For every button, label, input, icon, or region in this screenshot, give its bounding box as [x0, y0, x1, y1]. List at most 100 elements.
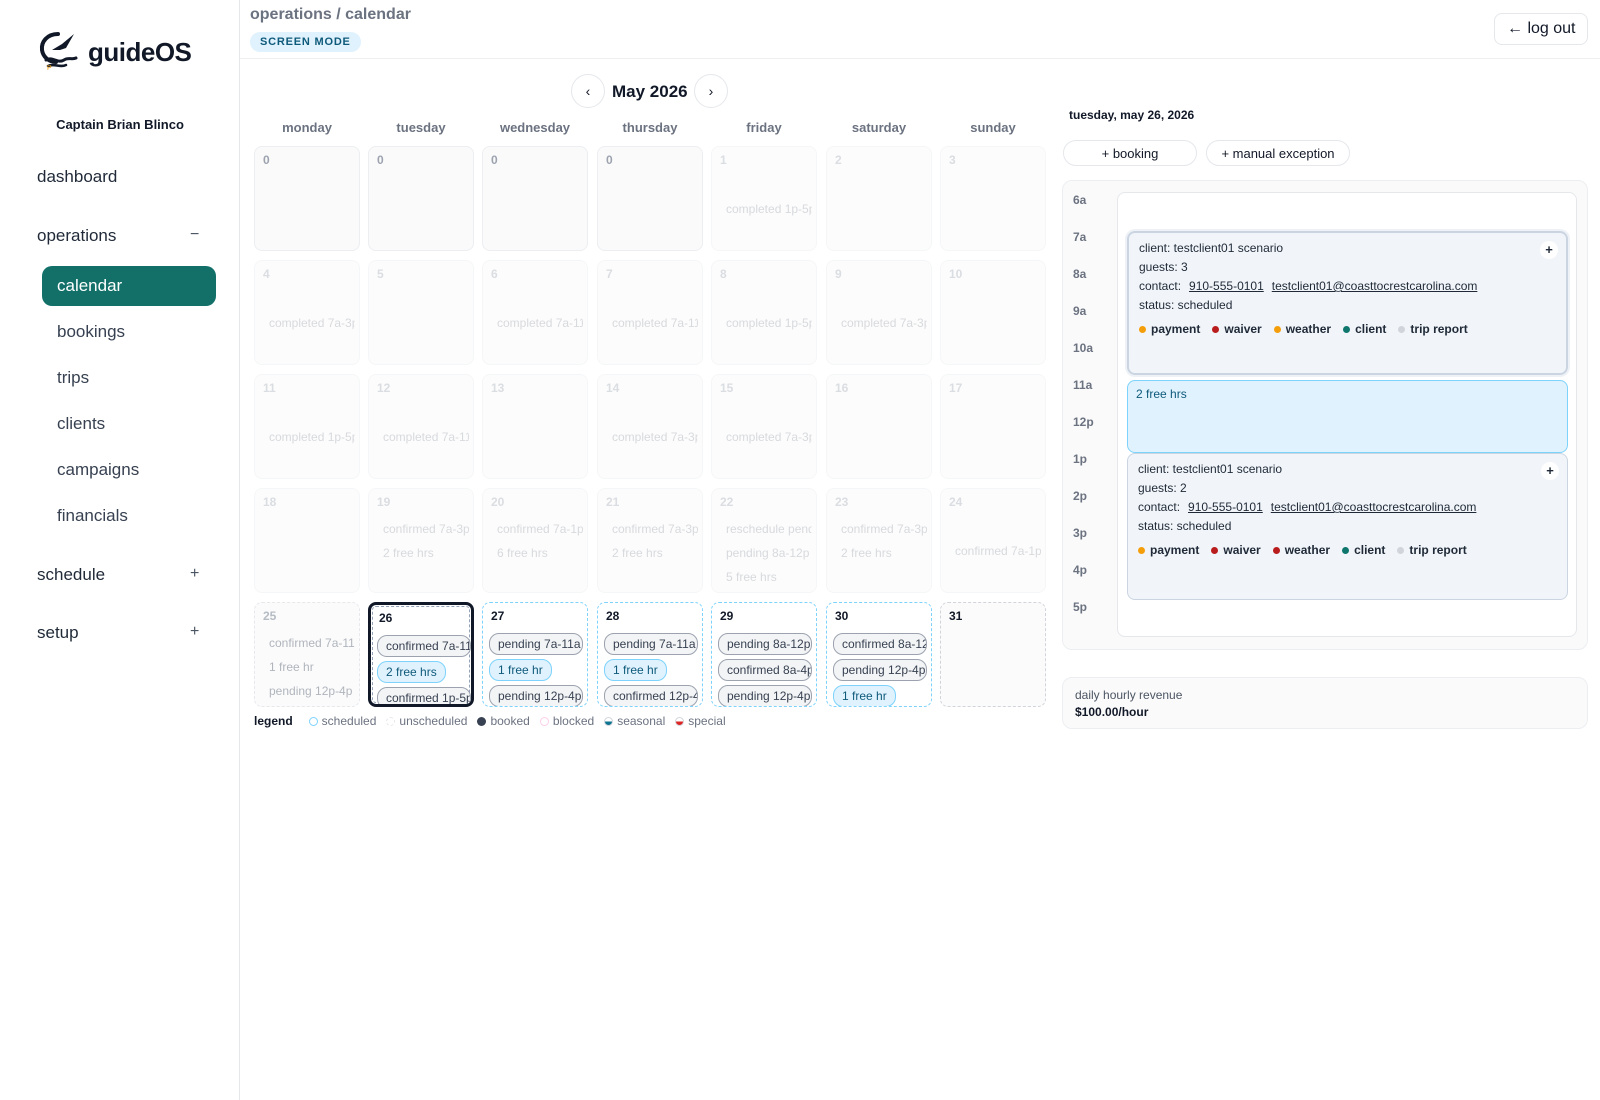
- calendar-day-cell[interactable]: 20 confirmed 7a-1p 6 free hrs: [482, 488, 588, 593]
- calendar-day-cell[interactable]: 9 completed 7a-3p: [826, 260, 932, 365]
- calendar-day-cell[interactable]: 0: [482, 146, 588, 251]
- logout-button[interactable]: ← log out: [1494, 13, 1589, 45]
- calendar-day-cell[interactable]: 0: [597, 146, 703, 251]
- nav-operations[interactable]: operations: [37, 226, 116, 246]
- free-hours-chip[interactable]: 2 free hrs: [377, 661, 446, 683]
- calendar-day-cell[interactable]: 29 pending 8a-12p confirmed 8a-4p pending 1…: [711, 602, 817, 707]
- calendar-day-cell[interactable]: 14 completed 7a-3p: [597, 374, 703, 479]
- status-indicator-client[interactable]: client: [1342, 543, 1385, 557]
- event-chip[interactable]: 1 free hr: [261, 657, 322, 677]
- nav-campaigns[interactable]: campaigns: [57, 460, 139, 480]
- nav-trips[interactable]: trips: [57, 368, 89, 388]
- event-chip[interactable]: pending 12p-4p: [489, 685, 583, 706]
- event-chip[interactable]: pending 7a-11a: [604, 633, 698, 655]
- event-chip[interactable]: completed 7a-11a: [375, 427, 469, 447]
- calendar-day-cell[interactable]: 31: [940, 602, 1046, 707]
- status-indicator-weather[interactable]: weather: [1272, 543, 1330, 557]
- event-chip[interactable]: reschedule pending: [718, 519, 812, 539]
- event-chip[interactable]: completed 1p-5p: [718, 199, 812, 219]
- operations-collapse-toggle[interactable]: −: [190, 226, 199, 244]
- calendar-day-cell[interactable]: 21 confirmed 7a-3p 2 free hrs: [597, 488, 703, 593]
- event-chip[interactable]: completed 1p-5p: [718, 313, 812, 333]
- event-chip[interactable]: 2 free hrs: [604, 543, 671, 563]
- status-indicator-payment[interactable]: payment: [1139, 322, 1200, 336]
- booking-card[interactable]: + client: testclient01 scenario guests: …: [1127, 231, 1568, 375]
- free-hours-chip[interactable]: 1 free hr: [833, 685, 896, 706]
- event-chip[interactable]: confirmed 7a-1p: [947, 541, 1041, 561]
- status-indicator-weather[interactable]: weather: [1273, 322, 1331, 336]
- nav-financials[interactable]: financials: [57, 506, 128, 526]
- add-booking-button[interactable]: + booking: [1063, 140, 1197, 166]
- event-chip[interactable]: pending 12p-4p: [718, 685, 812, 706]
- event-chip[interactable]: confirmed 8a-4p: [718, 659, 812, 681]
- calendar-day-cell[interactable]: 0: [368, 146, 474, 251]
- calendar-day-cell[interactable]: 30 confirmed 8a-12p pending 12p-4p 1 free h…: [826, 602, 932, 707]
- email-link[interactable]: testclient01@coasttocrestcarolina.com: [1272, 279, 1478, 293]
- calendar-day-cell[interactable]: 24 confirmed 7a-1p: [940, 488, 1046, 593]
- booking-card[interactable]: + client: testclient01 scenario guests: …: [1127, 453, 1568, 600]
- event-chip[interactable]: completed 7a-3p: [718, 427, 812, 447]
- event-chip[interactable]: pending 7a-11a: [489, 633, 583, 655]
- schedule-expand-toggle[interactable]: +: [190, 565, 199, 583]
- calendar-day-cell[interactable]: 5: [368, 260, 474, 365]
- calendar-day-cell[interactable]: 6 completed 7a-11a: [482, 260, 588, 365]
- event-chip[interactable]: completed 7a-3p: [833, 313, 927, 333]
- free-hours-block[interactable]: 2 free hrs: [1127, 380, 1568, 453]
- event-chip[interactable]: confirmed 12p-4p: [604, 685, 698, 706]
- brand-logo[interactable]: P guideOS: [38, 30, 192, 75]
- calendar-day-cell[interactable]: 23 confirmed 7a-3p 2 free hrs: [826, 488, 932, 593]
- event-chip[interactable]: pending 8a-12p: [718, 543, 812, 563]
- calendar-day-cell[interactable]: 16: [826, 374, 932, 479]
- calendar-day-cell[interactable]: 27 pending 7a-11a 1 free hr pending 12p-4p: [482, 602, 588, 707]
- status-indicator-trip-report[interactable]: trip report: [1397, 543, 1467, 557]
- event-chip[interactable]: 5 free hrs: [718, 567, 785, 587]
- status-indicator-client[interactable]: client: [1343, 322, 1386, 336]
- event-chip[interactable]: confirmed 7a-3p: [375, 519, 469, 539]
- nav-calendar[interactable]: calendar: [42, 266, 216, 306]
- event-chip[interactable]: confirmed 7a-3p: [833, 519, 927, 539]
- setup-expand-toggle[interactable]: +: [190, 623, 199, 641]
- nav-dashboard[interactable]: dashboard: [37, 167, 117, 187]
- calendar-day-cell[interactable]: 17: [940, 374, 1046, 479]
- booking-expand-button[interactable]: +: [1541, 462, 1559, 480]
- status-indicator-trip-report[interactable]: trip report: [1398, 322, 1468, 336]
- nav-setup[interactable]: setup: [37, 623, 79, 643]
- calendar-day-cell[interactable]: 26 confirmed 7a-11a 2 free hrs confirmed 1p…: [368, 602, 474, 707]
- calendar-day-cell[interactable]: 28 pending 7a-11a 1 free hr confirmed 12p-4…: [597, 602, 703, 707]
- event-chip[interactable]: confirmed 1p-5p: [377, 687, 471, 704]
- event-chip[interactable]: pending 12p-4p: [261, 681, 355, 701]
- calendar-day-cell[interactable]: 7 completed 7a-11a: [597, 260, 703, 365]
- calendar-day-cell[interactable]: 13: [482, 374, 588, 479]
- calendar-day-cell[interactable]: 22 reschedule pending pending 8a-12p 5 free…: [711, 488, 817, 593]
- free-hours-chip[interactable]: 1 free hr: [489, 659, 552, 681]
- calendar-day-cell[interactable]: 12 completed 7a-11a: [368, 374, 474, 479]
- calendar-day-cell[interactable]: 1 completed 1p-5p: [711, 146, 817, 251]
- add-manual-exception-button[interactable]: + manual exception: [1206, 140, 1350, 166]
- calendar-day-cell[interactable]: 4 completed 7a-3p: [254, 260, 360, 365]
- event-chip[interactable]: completed 7a-3p: [261, 313, 355, 333]
- calendar-day-cell[interactable]: 2: [826, 146, 932, 251]
- event-chip[interactable]: confirmed 7a-11a: [261, 633, 355, 653]
- calendar-day-cell[interactable]: 3: [940, 146, 1046, 251]
- phone-link[interactable]: 910-555-0101: [1189, 279, 1264, 293]
- calendar-day-cell[interactable]: 25 confirmed 7a-11a 1 free hr pending 12p-4…: [254, 602, 360, 707]
- status-indicator-payment[interactable]: payment: [1138, 543, 1199, 557]
- calendar-day-cell[interactable]: 18: [254, 488, 360, 593]
- event-chip[interactable]: 2 free hrs: [833, 543, 900, 563]
- prev-month-button[interactable]: ‹: [571, 74, 605, 108]
- booking-expand-button[interactable]: +: [1540, 241, 1558, 259]
- event-chip[interactable]: pending 12p-4p: [833, 659, 927, 681]
- status-indicator-waiver[interactable]: waiver: [1212, 322, 1262, 336]
- calendar-day-cell[interactable]: 8 completed 1p-5p: [711, 260, 817, 365]
- calendar-day-cell[interactable]: 11 completed 1p-5p: [254, 374, 360, 479]
- event-chip[interactable]: confirmed 7a-1p: [489, 519, 583, 539]
- next-month-button[interactable]: ›: [694, 74, 728, 108]
- event-chip[interactable]: pending 8a-12p: [718, 633, 812, 655]
- free-hours-chip[interactable]: 1 free hr: [604, 659, 667, 681]
- nav-schedule[interactable]: schedule: [37, 565, 105, 585]
- nav-bookings[interactable]: bookings: [57, 322, 125, 342]
- calendar-day-cell[interactable]: 19 confirmed 7a-3p 2 free hrs: [368, 488, 474, 593]
- event-chip[interactable]: confirmed 7a-3p: [604, 519, 698, 539]
- calendar-day-cell[interactable]: 0: [254, 146, 360, 251]
- email-link[interactable]: testclient01@coasttocrestcarolina.com: [1271, 500, 1477, 514]
